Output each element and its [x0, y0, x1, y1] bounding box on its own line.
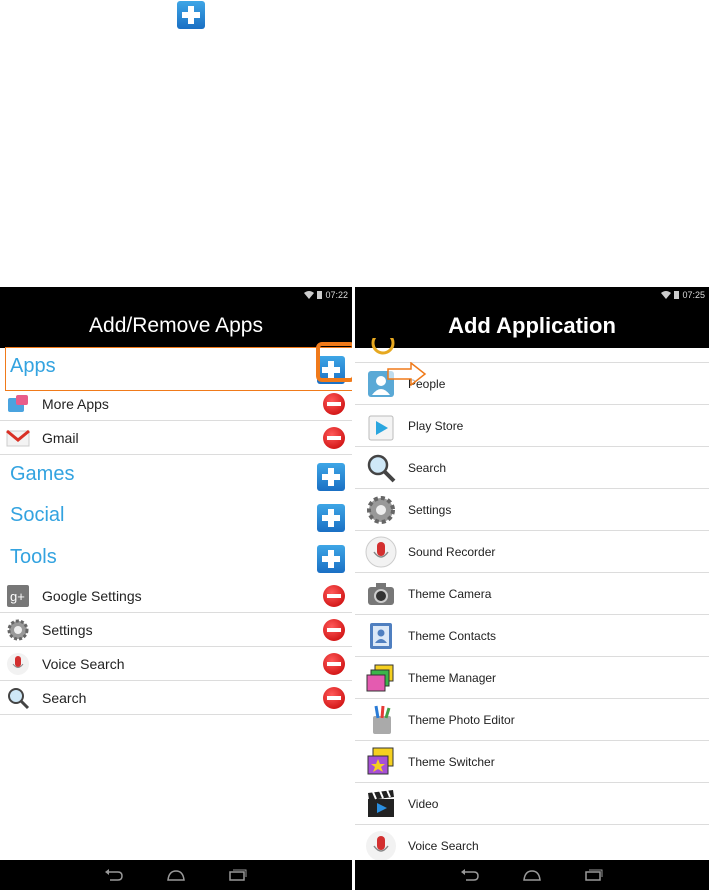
back-icon[interactable] — [104, 869, 124, 881]
google-settings-icon: g+ — [7, 585, 29, 607]
wifi-icon — [661, 291, 672, 299]
more-apps-icon — [8, 395, 28, 412]
settings-gear-icon — [7, 619, 29, 641]
list-item[interactable]: Theme Camera — [355, 573, 709, 615]
add-plus-icon-example — [177, 1, 205, 29]
category-tools: Tools — [0, 540, 352, 580]
page-title: Add/Remove Apps — [89, 314, 263, 337]
list-item-label: More Apps — [42, 396, 109, 412]
add-social-button[interactable] — [317, 504, 345, 532]
list-item[interactable]: g+ Google Settings — [0, 579, 352, 613]
list-item[interactable]: Video — [355, 783, 709, 825]
play-store-icon — [368, 415, 394, 441]
theme-manager-icon — [366, 664, 394, 692]
remove-button[interactable] — [323, 393, 345, 415]
plus-button-highlight — [316, 342, 352, 382]
category-social: Social — [0, 498, 352, 538]
list-item-label: Search — [42, 690, 87, 706]
list-item-label: Settings — [408, 503, 452, 517]
status-time: 07:25 — [682, 290, 705, 300]
list-item-label: Google Settings — [42, 588, 142, 604]
list-item[interactable]: More Apps — [0, 387, 352, 421]
remove-button[interactable] — [323, 619, 345, 641]
app-icon-partial — [371, 338, 395, 355]
remove-button[interactable] — [323, 427, 345, 449]
list-item[interactable]: Settings — [355, 489, 709, 531]
svg-text:g+: g+ — [10, 589, 25, 604]
list-item-label: Settings — [42, 622, 93, 638]
list-item[interactable]: Play Store — [355, 405, 709, 447]
category-games: Games — [0, 457, 352, 497]
clapperboard-icon — [368, 789, 394, 817]
remove-button[interactable] — [323, 687, 345, 709]
home-icon[interactable] — [522, 869, 542, 881]
apps-category-highlight — [5, 347, 352, 391]
home-icon[interactable] — [166, 869, 186, 881]
list-item[interactable]: Search — [355, 447, 709, 489]
list-item-label: Theme Switcher — [408, 755, 495, 769]
list-item-label: Voice Search — [42, 656, 125, 672]
category-label: Games — [10, 463, 75, 485]
list-item-label: Search — [408, 461, 447, 475]
recent-apps-icon[interactable] — [584, 869, 604, 881]
magnifier-icon — [8, 688, 30, 710]
photo-editor-icon — [373, 705, 391, 734]
wifi-icon — [304, 291, 315, 299]
list-item[interactable]: Theme Contacts — [355, 615, 709, 657]
microphone-icon — [365, 536, 397, 568]
category-label: Social — [10, 504, 65, 526]
list-item[interactable]: Theme Photo Editor — [355, 699, 709, 741]
list-item[interactable]: Theme Manager — [355, 657, 709, 699]
add-remove-apps-screen: 07:22 Add/Remove Apps Apps More Apps Gma… — [0, 287, 352, 890]
remove-button[interactable] — [323, 585, 345, 607]
gmail-icon — [6, 429, 30, 447]
list-item-label: Play Store — [408, 419, 464, 433]
list-item-label: Theme Photo Editor — [408, 713, 515, 727]
list-item-partial[interactable] — [355, 338, 709, 363]
battery-icon — [317, 291, 323, 299]
back-icon[interactable] — [460, 869, 480, 881]
theme-switcher-icon — [367, 747, 394, 775]
list-item-label: Gmail — [42, 430, 79, 446]
title-bar: Add/Remove Apps — [0, 304, 352, 348]
title-bar: Add Application — [355, 304, 709, 348]
list-item-label: Theme Camera — [408, 587, 492, 601]
recent-apps-icon[interactable] — [228, 869, 248, 881]
list-item-label: Theme Manager — [408, 671, 497, 685]
list-item[interactable]: Theme Switcher — [355, 741, 709, 783]
list-item-label: Video — [408, 797, 439, 811]
add-game-button[interactable] — [317, 463, 345, 491]
contacts-book-icon — [370, 623, 392, 649]
microphone-icon — [366, 831, 396, 861]
status-time: 07:22 — [325, 290, 348, 300]
list-item-label: Theme Contacts — [408, 629, 497, 643]
list-item-label: Voice Search — [408, 839, 479, 853]
list-item[interactable]: Voice Search — [0, 647, 352, 681]
nav-bar — [355, 860, 709, 890]
list-item[interactable]: Gmail — [0, 421, 352, 455]
list-item[interactable]: Sound Recorder — [355, 531, 709, 573]
page-title: Add Application — [448, 313, 616, 338]
list-item[interactable]: Settings — [0, 613, 352, 647]
remove-button[interactable] — [323, 653, 345, 675]
status-bar: 07:25 — [355, 287, 709, 304]
battery-icon — [674, 291, 680, 299]
microphone-icon — [7, 653, 29, 675]
nav-bar — [0, 860, 352, 890]
list-item[interactable]: Search — [0, 681, 352, 715]
add-tool-button[interactable] — [317, 545, 345, 573]
status-bar: 07:22 — [0, 287, 352, 304]
magnifier-icon — [367, 454, 396, 483]
camera-icon — [368, 583, 394, 605]
settings-gear-icon — [367, 496, 395, 524]
category-label: Tools — [10, 546, 57, 568]
orange-arrow-annotation — [387, 362, 427, 386]
list-item-label: Sound Recorder — [408, 545, 496, 559]
